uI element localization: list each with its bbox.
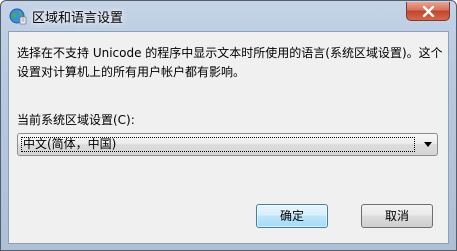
- title-bar[interactable]: 区域和语言设置: [1, 1, 456, 31]
- region-language-dialog: 区域和语言设置 选择在不支持 Unicode 的程序中显示文本时所使用的语言(系…: [0, 0, 457, 251]
- cancel-button[interactable]: 取消: [361, 204, 433, 228]
- close-button[interactable]: [406, 2, 450, 21]
- globe-icon: [9, 7, 27, 25]
- close-icon: [422, 6, 435, 17]
- locale-label: 当前系统区域设置(C):: [17, 113, 135, 127]
- selected-locale-value: 中文(简体，中国): [23, 137, 117, 151]
- system-locale-dropdown[interactable]: 中文(简体，中国): [17, 133, 438, 156]
- description-text: 选择在不支持 Unicode 的程序中显示文本时所使用的语言(系统区域设置)。这…: [17, 46, 443, 79]
- chevron-down-icon: [424, 142, 432, 147]
- dialog-body: 选择在不支持 Unicode 的程序中显示文本时所使用的语言(系统区域设置)。这…: [8, 31, 449, 244]
- ok-button[interactable]: 确定: [256, 204, 328, 228]
- window-title: 区域和语言设置: [32, 11, 124, 26]
